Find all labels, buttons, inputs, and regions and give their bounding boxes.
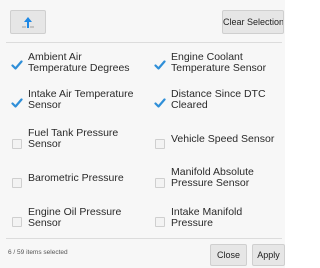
- item-label: Ambient Air Temperature Degrees: [28, 51, 130, 74]
- checkmark-icon: [11, 98, 23, 108]
- divider: [6, 42, 282, 43]
- checkbox[interactable]: [11, 98, 23, 109]
- divider: [6, 238, 282, 239]
- checkbox[interactable]: [12, 139, 22, 149]
- sort-arrow-icon: [22, 17, 34, 28]
- list-item-vehicle-speed[interactable]: Vehicle Speed Sensor: [143, 122, 285, 162]
- item-label: Barometric Pressure: [28, 172, 124, 184]
- selection-count: 6 / 59 items selected: [8, 249, 68, 256]
- list-item-fuel-tank-pressure[interactable]: Fuel Tank Pressure Sensor: [0, 122, 142, 162]
- item-label: Vehicle Speed Sensor: [171, 133, 275, 145]
- item-label: Engine Coolant Temperature Sensor: [171, 51, 267, 74]
- checkmark-icon: [154, 60, 166, 70]
- list-item-barometric-pressure[interactable]: Barometric Pressure: [0, 160, 142, 200]
- selection-dialog: Clear Selection Ambient Air Temperature …: [0, 0, 285, 268]
- item-label: Fuel Tank Pressure Sensor: [28, 127, 119, 150]
- toolbar: Clear Selection: [0, 0, 285, 40]
- sort-button[interactable]: [10, 10, 46, 34]
- checkmark-icon: [11, 60, 23, 70]
- footer: 6 / 59 items selected Close Apply: [0, 240, 285, 268]
- item-label: Intake Air Temperature Sensor: [28, 88, 134, 111]
- item-label: Intake Manifold Pressure: [171, 206, 243, 229]
- checkbox[interactable]: [155, 217, 165, 227]
- checkbox[interactable]: [12, 178, 22, 188]
- item-label: Engine Oil Pressure Sensor: [28, 206, 122, 229]
- checkbox[interactable]: [154, 98, 166, 109]
- list-item-ambient-air-temperature[interactable]: Ambient Air Temperature Degrees: [0, 48, 142, 88]
- list-item-engine-coolant-temperature[interactable]: Engine Coolant Temperature Sensor: [143, 48, 285, 88]
- list-item-distance-since-dtc[interactable]: Distance Since DTC Cleared: [143, 84, 285, 124]
- checkbox[interactable]: [11, 60, 23, 71]
- clear-selection-button[interactable]: Clear Selection: [222, 10, 284, 34]
- item-label: Manifold Absolute Pressure Sensor: [171, 166, 254, 189]
- item-grid: Ambient Air Temperature Degrees Engine C…: [0, 44, 285, 240]
- checkbox[interactable]: [155, 139, 165, 149]
- item-label: Distance Since DTC Cleared: [171, 88, 266, 111]
- checkmark-icon: [154, 98, 166, 108]
- checkbox[interactable]: [155, 178, 165, 188]
- list-item-intake-air-temperature[interactable]: Intake Air Temperature Sensor: [0, 84, 142, 124]
- checkbox[interactable]: [12, 217, 22, 227]
- checkbox[interactable]: [154, 60, 166, 71]
- close-button[interactable]: Close: [210, 244, 247, 266]
- list-item-intake-manifold-pressure[interactable]: Intake Manifold Pressure: [143, 199, 285, 239]
- list-item-manifold-absolute-pressure[interactable]: Manifold Absolute Pressure Sensor: [143, 160, 285, 200]
- apply-button[interactable]: Apply: [252, 244, 285, 266]
- list-item-engine-oil-pressure[interactable]: Engine Oil Pressure Sensor: [0, 199, 142, 239]
